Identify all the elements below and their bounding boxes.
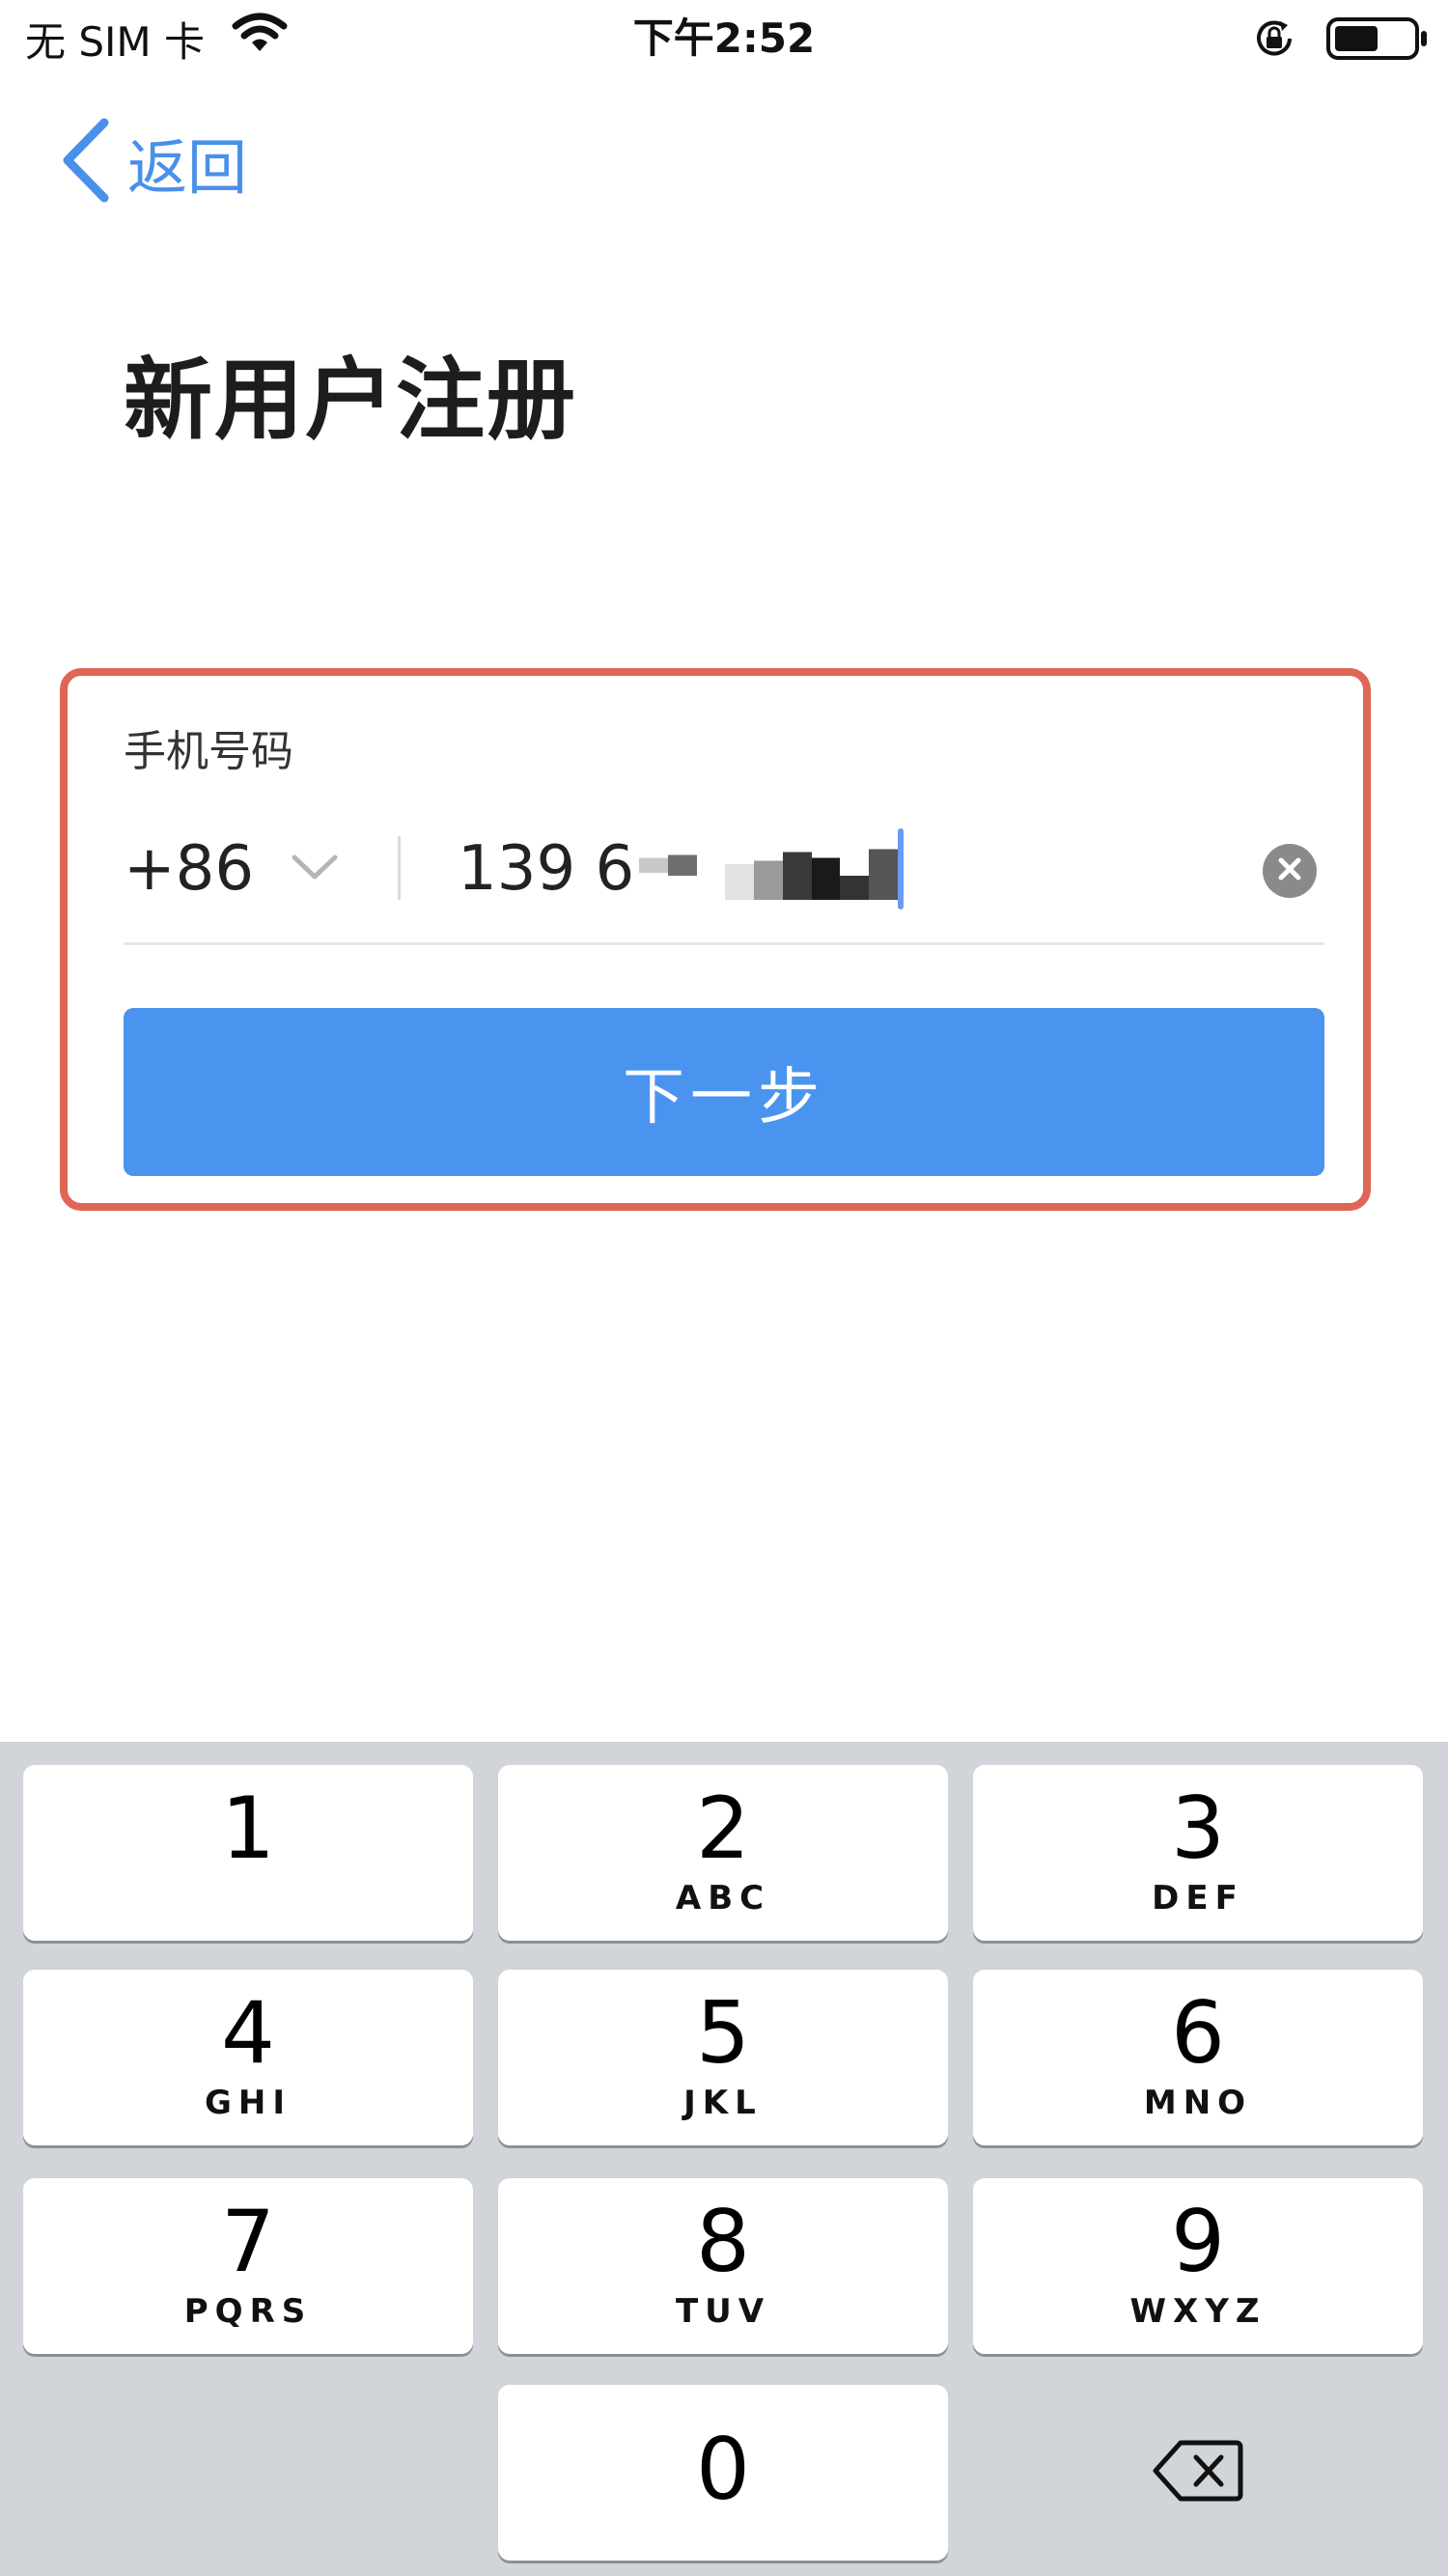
key-4[interactable]: 4 GHI — [23, 1970, 473, 2145]
key-digit: 4 — [221, 1983, 275, 2083]
redacted-digits — [639, 840, 899, 900]
key-1[interactable]: 1 — [23, 1765, 473, 1941]
back-button[interactable]: 返回 — [60, 114, 247, 210]
phone-label: 手机号码 — [124, 727, 293, 776]
field-divider — [398, 836, 401, 900]
key-digit: 3 — [1171, 1778, 1225, 1878]
back-label: 返回 — [127, 132, 248, 203]
key-letters: TUV — [675, 2292, 771, 2331]
close-icon — [1277, 856, 1302, 885]
key-letters: GHI — [204, 2084, 292, 2122]
key-3[interactable]: 3 DEF — [973, 1765, 1423, 1941]
key-letters: MNO — [1143, 2084, 1253, 2122]
key-digit: 0 — [696, 2420, 750, 2519]
backspace-key[interactable] — [973, 2385, 1423, 2561]
key-digit: 8 — [696, 2192, 750, 2291]
key-letters: ABC — [675, 1879, 771, 1918]
country-code: +86 — [124, 833, 255, 905]
key-5[interactable]: 5 JKL — [498, 1970, 948, 2145]
key-9[interactable]: 9 WXYZ — [973, 2178, 1423, 2354]
key-letters: DEF — [1152, 1879, 1244, 1918]
key-8[interactable]: 8 TUV — [498, 2178, 948, 2354]
chevron-down-icon — [291, 853, 339, 885]
key-digit: 1 — [221, 1778, 275, 1878]
numeric-keypad: 1 2 ABC 3 DEF 4 GHI 5 JKL 6 MNO 7 PQRS 8… — [0, 1742, 1448, 2576]
key-digit: 5 — [696, 1983, 750, 2083]
key-digit: 9 — [1171, 2192, 1225, 2291]
backspace-icon — [1152, 2439, 1244, 2506]
battery-icon — [1326, 15, 1429, 66]
status-time: 下午2:52 — [632, 14, 816, 62]
key-letters: PQRS — [183, 2292, 313, 2331]
key-letters: JKL — [683, 2084, 763, 2122]
key-6[interactable]: 6 MNO — [973, 1970, 1423, 2145]
clear-input-button[interactable] — [1263, 844, 1317, 898]
key-letters: WXYZ — [1129, 2292, 1267, 2331]
input-underline — [124, 942, 1324, 945]
key-digit: 2 — [696, 1778, 750, 1878]
key-digit: 6 — [1171, 1983, 1225, 2083]
orientation-lock-icon — [1251, 15, 1297, 66]
chevron-left-icon — [60, 117, 110, 208]
text-caret — [898, 828, 904, 910]
key-0[interactable]: 0 — [498, 2385, 948, 2561]
key-digit: 7 — [221, 2192, 275, 2291]
page-title: 新用户注册 — [124, 349, 578, 452]
next-step-button[interactable]: 下一步 — [124, 1008, 1324, 1176]
key-7[interactable]: 7 PQRS — [23, 2178, 473, 2354]
status-bar-right — [1251, 12, 1429, 70]
country-code-selector[interactable]: +86 — [124, 821, 339, 917]
key-2[interactable]: 2 ABC — [498, 1765, 948, 1941]
